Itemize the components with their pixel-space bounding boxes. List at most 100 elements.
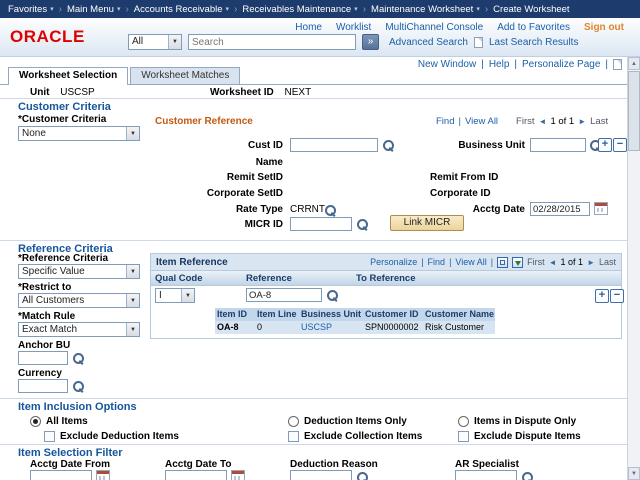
next-row-icon[interactable]: ► <box>587 258 595 267</box>
reference-lookup-icon[interactable] <box>326 289 339 302</box>
previous-row-icon[interactable]: ◄ <box>549 258 557 267</box>
checkbox-exclude-collection-items[interactable] <box>288 431 299 442</box>
http-page-icon[interactable] <box>613 59 622 70</box>
breadcrumb-item-receivables-maintenance[interactable]: Receivables Maintenance▾ <box>242 4 357 15</box>
restrict-to-select[interactable]: All Customers ▼ <box>18 293 140 308</box>
add-row-button[interactable]: + <box>598 138 612 152</box>
breadcrumb-item-favorites[interactable]: Favorites▾ <box>8 4 54 15</box>
tab-worksheet-selection[interactable]: Worksheet Selection <box>8 67 128 85</box>
business-unit-value[interactable]: USCSP <box>299 321 363 334</box>
view-all-link[interactable]: View All <box>465 116 498 127</box>
multichannel-console-link[interactable]: MultiChannel Console <box>385 22 483 33</box>
breadcrumb-label: Receivables Maintenance <box>242 4 351 15</box>
reference-criteria-select[interactable]: Specific Value ▼ <box>18 264 140 279</box>
new-window-link[interactable]: New Window <box>418 59 476 70</box>
worksheet-id-label: Worksheet ID <box>210 87 274 98</box>
business-unit-label: Business Unit <box>420 140 525 151</box>
corporate-id-label: Corporate ID <box>430 188 491 199</box>
cust-id-input[interactable] <box>290 138 378 152</box>
match-rule-select[interactable]: Exact Match ▼ <box>18 322 140 337</box>
acctg-date-label: Acctg Date <box>420 204 525 215</box>
worklist-link[interactable]: Worklist <box>336 22 371 33</box>
personalize-page-link[interactable]: Personalize Page <box>522 59 600 70</box>
checkbox-exclude-dispute-items[interactable] <box>458 431 469 442</box>
last-search-results-link[interactable]: Last Search Results <box>489 37 579 48</box>
restrict-to-value: All Customers <box>19 294 126 307</box>
create-worksheet-page: Favorites▾ › Main Menu▾ › Accounts Recei… <box>0 0 640 480</box>
acctg-date-to-input[interactable] <box>165 470 227 480</box>
corporate-setid-label: Corporate SetID <box>175 188 283 199</box>
breadcrumb-item-maintenance-worksheet[interactable]: Maintenance Worksheet▾ <box>371 4 480 15</box>
last-link[interactable]: Last <box>599 257 616 267</box>
acctg-date-from-calendar-icon[interactable] <box>96 470 110 480</box>
radio-all-items-label: All Items <box>46 416 88 427</box>
last-link[interactable]: Last <box>590 116 608 127</box>
rate-type-lookup-icon[interactable] <box>324 204 337 217</box>
acctg-date-from-input[interactable] <box>30 470 92 480</box>
help-link[interactable]: Help <box>489 59 510 70</box>
acctg-date-input[interactable] <box>530 202 590 216</box>
anchor-bu-input[interactable] <box>18 351 68 365</box>
vertical-scrollbar[interactable]: ▲ ▼ <box>627 57 640 480</box>
unit-value: USCSP <box>60 87 94 98</box>
zoom-grid-icon[interactable] <box>497 257 508 268</box>
radio-items-in-dispute-only[interactable] <box>458 416 469 427</box>
currency-lookup-icon[interactable] <box>72 380 85 393</box>
qual-code-value: I <box>156 289 181 302</box>
acctg-date-to-label: Acctg Date To <box>165 459 232 470</box>
find-link[interactable]: Find <box>428 257 446 267</box>
deduction-reason-input[interactable] <box>290 470 352 480</box>
deduction-reason-lookup-icon[interactable] <box>356 471 369 480</box>
acctg-date-calendar-icon[interactable] <box>594 202 608 215</box>
scroll-down-button[interactable]: ▼ <box>628 467 640 480</box>
column-header-customer-name: Customer Name <box>423 308 495 321</box>
search-input[interactable] <box>188 34 356 50</box>
qual-code-select[interactable]: I ▼ <box>155 288 195 303</box>
home-link[interactable]: Home <box>295 22 322 33</box>
scrollbar-thumb[interactable] <box>628 71 640 151</box>
breadcrumb-label: Accounts Receivable <box>134 4 223 15</box>
acctg-date-to-calendar-icon[interactable] <box>231 470 245 480</box>
customer-reference-pager: Find | View All First ◄ 1 of 1 ► Last <box>436 116 608 127</box>
page-tabs: Worksheet Selection Worksheet Matches <box>8 67 240 85</box>
tab-worksheet-matches[interactable]: Worksheet Matches <box>130 67 240 84</box>
business-unit-input[interactable] <box>530 138 586 152</box>
radio-deduction-items-only[interactable] <box>288 416 299 427</box>
customer-criteria-select[interactable]: None ▼ <box>18 126 140 141</box>
advanced-search-link[interactable]: Advanced Search <box>389 37 468 48</box>
download-icon[interactable] <box>512 257 523 268</box>
search-scope-select[interactable]: All ▼ <box>128 34 182 50</box>
breadcrumb-item-main-menu[interactable]: Main Menu▾ <box>67 4 121 15</box>
find-link[interactable]: Find <box>436 116 454 127</box>
first-link[interactable]: First <box>516 116 534 127</box>
first-link[interactable]: First <box>527 257 545 267</box>
currency-input[interactable] <box>18 379 68 393</box>
ar-specialist-lookup-icon[interactable] <box>521 471 534 480</box>
reference-input[interactable] <box>246 288 322 302</box>
ar-specialist-input[interactable] <box>455 470 517 480</box>
view-all-link[interactable]: View All <box>455 257 486 267</box>
radio-all-items[interactable] <box>30 416 41 427</box>
micr-id-lookup-icon[interactable] <box>356 218 369 231</box>
anchor-bu-lookup-icon[interactable] <box>72 352 85 365</box>
add-row-button[interactable]: + <box>595 289 609 303</box>
breadcrumb-item-accounts-receivable[interactable]: Accounts Receivable▾ <box>134 4 229 15</box>
chevron-down-icon: ▼ <box>126 294 139 307</box>
checkbox-exclude-deduction-items[interactable] <box>44 431 55 442</box>
breadcrumb: Favorites▾ › Main Menu▾ › Accounts Recei… <box>0 0 640 18</box>
delete-row-button[interactable]: − <box>613 138 627 152</box>
micr-id-input[interactable] <box>290 217 352 231</box>
link-micr-button[interactable]: Link MICR <box>390 215 464 231</box>
sign-out-link[interactable]: Sign out <box>584 22 624 33</box>
search-go-button[interactable]: » <box>362 34 379 50</box>
delete-row-button[interactable]: − <box>610 289 624 303</box>
cust-id-lookup-icon[interactable] <box>382 139 395 152</box>
personalize-link[interactable]: Personalize <box>370 257 417 267</box>
header: ORACLE Home Worklist MultiChannel Consol… <box>0 18 640 57</box>
previous-row-icon[interactable]: ◄ <box>539 117 547 126</box>
add-to-favorites-link[interactable]: Add to Favorites <box>497 22 570 33</box>
deduction-reason-label: Deduction Reason <box>290 459 378 470</box>
next-row-icon[interactable]: ► <box>578 117 586 126</box>
scroll-up-button[interactable]: ▲ <box>628 57 640 70</box>
breadcrumb-label: Create Worksheet <box>493 4 569 15</box>
